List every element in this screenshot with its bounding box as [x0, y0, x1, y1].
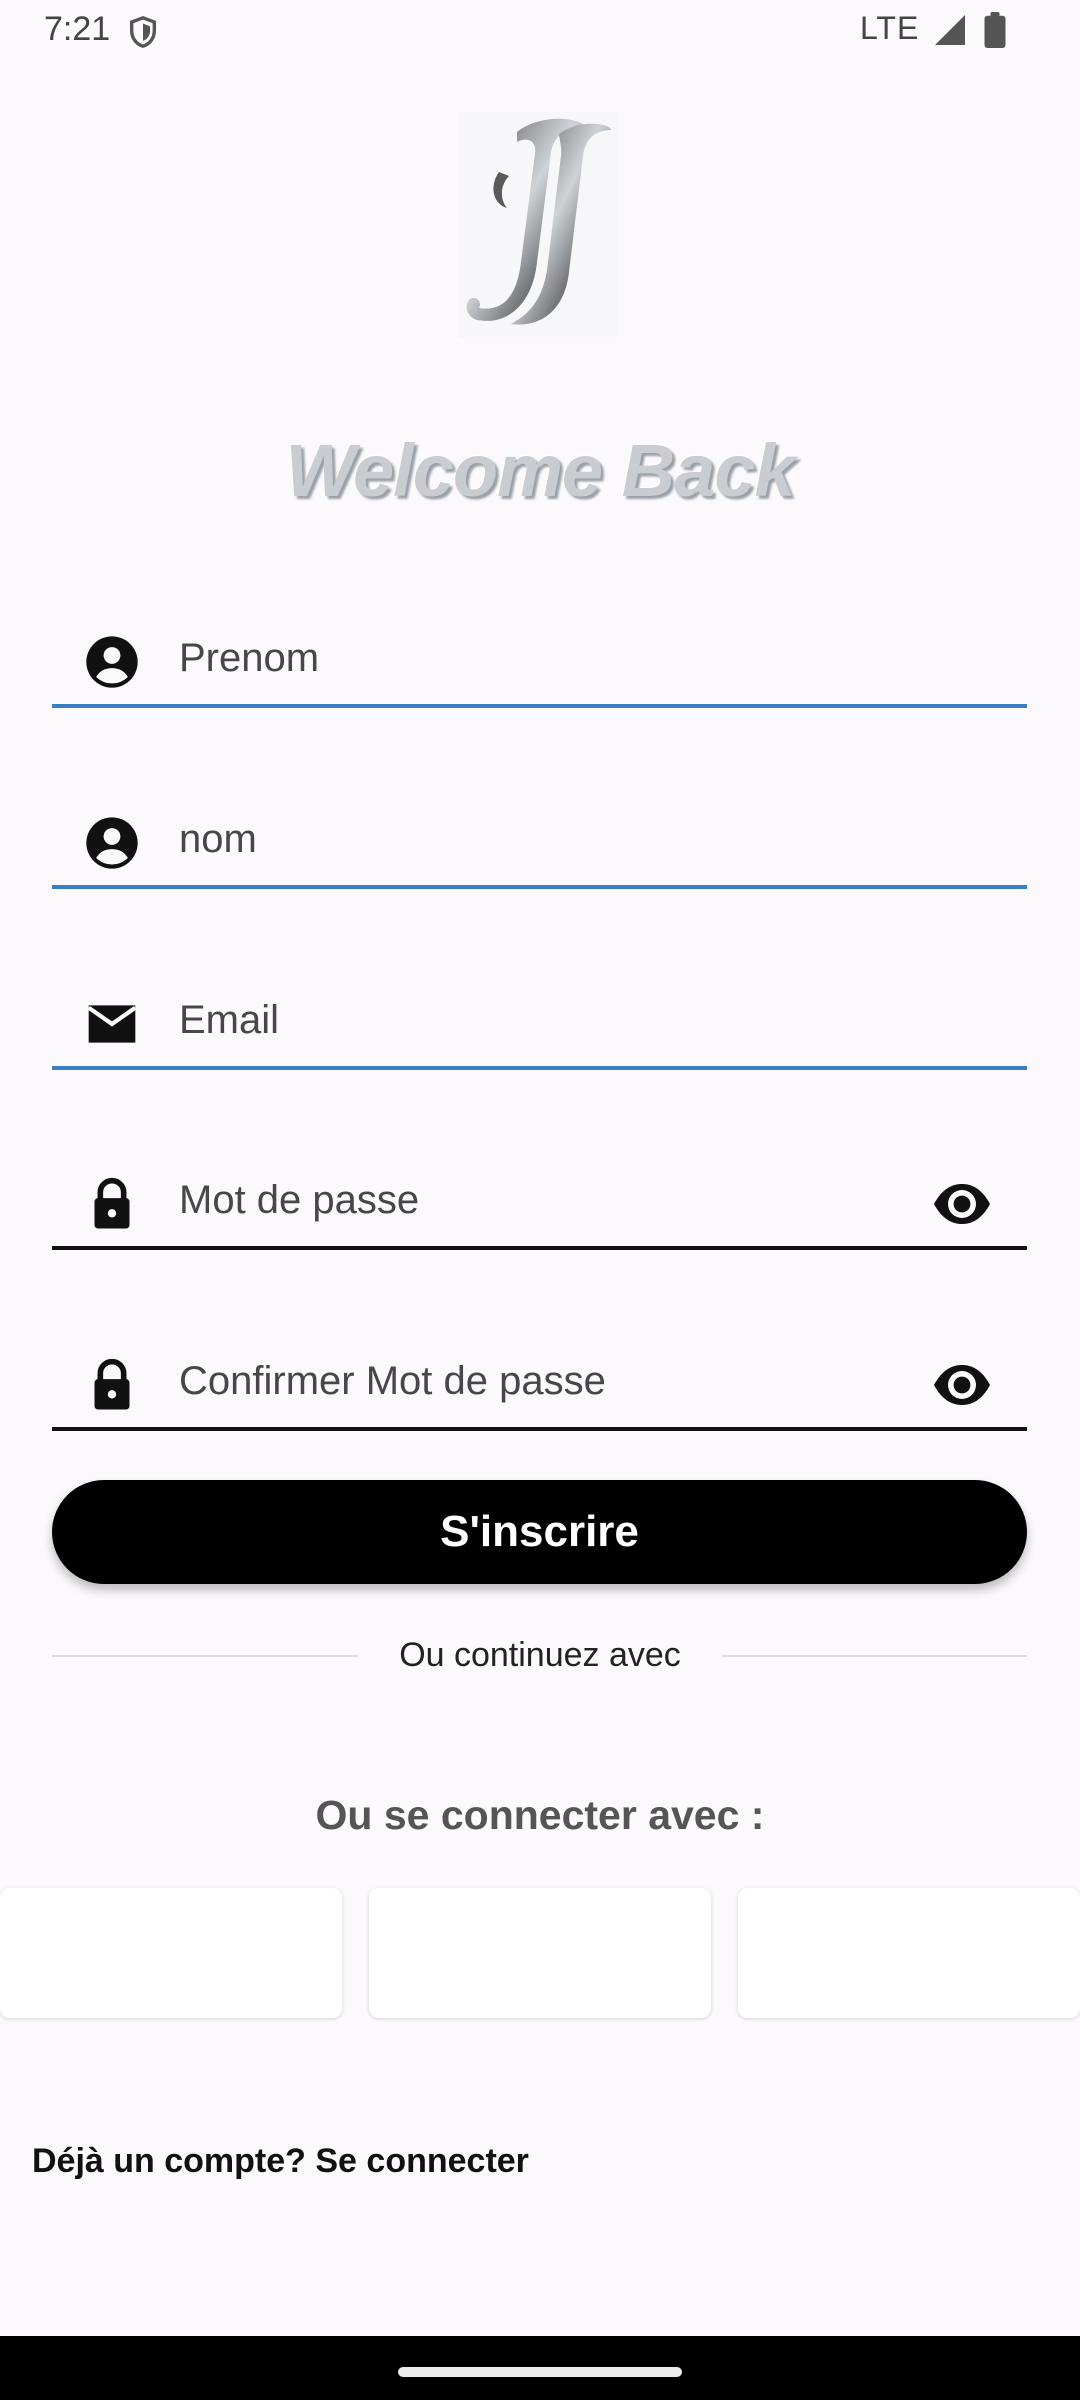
lock-icon — [94, 1358, 130, 1410]
password-field[interactable]: Mot de passe — [52, 1140, 1027, 1250]
password-input[interactable]: Mot de passe — [179, 1178, 419, 1223]
app-logo — [459, 112, 619, 338]
signal-icon — [935, 15, 965, 45]
lock-icon — [94, 1177, 130, 1229]
last-name-input[interactable]: nom — [179, 817, 257, 862]
email-input[interactable]: Email — [179, 998, 279, 1043]
social-login-button-3[interactable] — [738, 1888, 1080, 2018]
account-circle-icon — [86, 636, 138, 688]
account-circle-icon — [86, 817, 138, 869]
first-name-field[interactable]: Prenom — [52, 598, 1027, 708]
signup-button[interactable]: S'inscrire — [52, 1480, 1027, 1584]
last-name-underline — [52, 885, 1027, 889]
confirm-password-field[interactable]: Confirmer Mot de passe — [52, 1321, 1027, 1431]
mail-icon — [87, 1005, 137, 1043]
email-underline — [52, 1066, 1027, 1070]
social-login-button-1[interactable] — [0, 1888, 342, 2018]
signup-button-label: S'inscrire — [440, 1507, 639, 1556]
social-login-button-2[interactable] — [369, 1888, 711, 2018]
divider-left — [52, 1655, 358, 1657]
battery-icon — [984, 12, 1006, 48]
network-type: LTE — [860, 10, 920, 46]
password-underline — [52, 1246, 1027, 1250]
email-field[interactable]: Email — [52, 960, 1027, 1070]
eye-icon[interactable] — [932, 1180, 992, 1228]
eye-icon[interactable] — [932, 1361, 992, 1409]
login-link[interactable]: Déjà un compte? Se connecter — [32, 2142, 529, 2181]
first-name-underline — [52, 704, 1027, 708]
divider-text: Ou continuez avec — [399, 1636, 681, 1674]
first-name-input[interactable]: Prenom — [179, 636, 319, 681]
welcome-title: Welcome Back — [285, 429, 796, 512]
last-name-field[interactable]: nom — [52, 779, 1027, 889]
status-bar: 7:21 LTE — [0, 0, 1080, 62]
status-time: 7:21 — [44, 10, 111, 48]
shield-icon — [129, 16, 157, 48]
confirm-password-underline — [52, 1427, 1027, 1431]
divider-right — [722, 1655, 1027, 1657]
social-login-title: Ou se connecter avec : — [315, 1792, 765, 1838]
signup-screen: 7:21 LTE Welcome Back Prenom nom Email M… — [0, 0, 1080, 2400]
home-gesture-handle[interactable] — [398, 2367, 682, 2377]
confirm-password-input[interactable]: Confirmer Mot de passe — [179, 1359, 606, 1404]
